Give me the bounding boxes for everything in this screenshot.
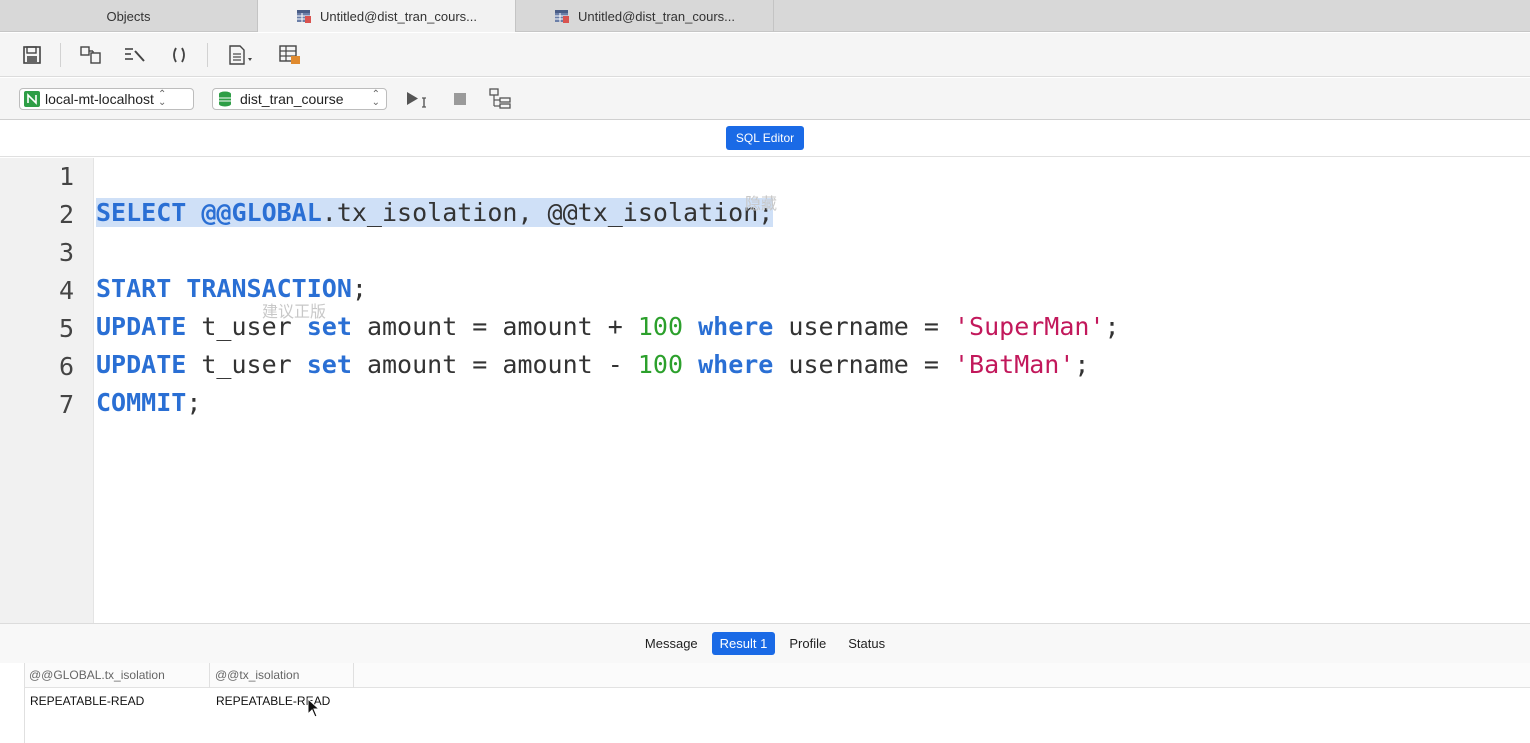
- line-number: 1: [58, 162, 74, 191]
- explain-icon: [489, 87, 511, 109]
- sql-keyword: SELECT: [96, 198, 187, 227]
- results-tab-bar: Message Result 1 Profile Status: [0, 623, 1530, 663]
- tab-message[interactable]: Message: [637, 632, 706, 655]
- query-table-icon: [297, 10, 311, 23]
- text-file-icon: [229, 44, 252, 65]
- mouse-pointer-icon: [307, 698, 321, 718]
- save-button[interactable]: [20, 43, 44, 67]
- database-label: dist_tran_course: [240, 90, 344, 107]
- tab-label: Untitled@dist_tran_cours...: [320, 8, 477, 24]
- code-snippet-button[interactable]: [167, 43, 191, 67]
- sql-keyword: UPDATE: [96, 312, 187, 341]
- code-line-5[interactable]: UPDATE t_user set amount = amount + 100 …: [96, 312, 1120, 341]
- line-number-gutter: 1 2 3 4 5 6 7: [0, 158, 94, 623]
- tab-objects[interactable]: Objects: [0, 0, 258, 32]
- column-divider[interactable]: [209, 663, 210, 688]
- sql-number: 100: [637, 350, 684, 379]
- tab-status[interactable]: Status: [840, 632, 893, 655]
- sql-keyword: UPDATE: [96, 350, 187, 379]
- tab-result-1[interactable]: Result 1: [711, 632, 776, 655]
- tab-bar: Objects Untitled@dist_tran_cours... Unti…: [0, 0, 1530, 32]
- result-grid[interactable]: @@GLOBAL.tx_isolation @@tx_isolation REP…: [24, 663, 1530, 743]
- query-builder-button[interactable]: [79, 43, 103, 67]
- select-arrows-icon: ⌃ ⌄: [157, 88, 167, 108]
- sql-keyword: COMMIT: [96, 388, 187, 417]
- tab-label: Objects: [106, 8, 151, 24]
- tab-label: Untitled@dist_tran_cours...: [578, 8, 735, 24]
- column-divider[interactable]: [353, 663, 354, 688]
- sql-text: amount = amount -: [351, 350, 638, 379]
- line-number: 6: [58, 352, 74, 381]
- database-icon: [219, 91, 231, 106]
- run-button[interactable]: [405, 89, 431, 109]
- sql-editor-toggle[interactable]: SQL Editor: [725, 126, 805, 150]
- column-header[interactable]: @@GLOBAL.tx_isolation: [29, 668, 165, 682]
- sql-string: 'BatMan': [953, 350, 1075, 379]
- stop-icon: [454, 92, 466, 105]
- sql-text: username =: [773, 312, 954, 341]
- export-result-icon: [279, 44, 300, 64]
- code-line-6[interactable]: UPDATE t_user set amount = amount - 100 …: [96, 350, 1089, 379]
- run-icon: [407, 91, 426, 108]
- sql-number: 100: [637, 312, 684, 341]
- toolbar-divider: [207, 42, 208, 67]
- editor-mode-bar: SQL Editor: [0, 120, 1530, 157]
- tab-query-1[interactable]: Untitled@dist_tran_cours...: [258, 0, 516, 32]
- code-line-4[interactable]: START TRANSACTION;: [96, 274, 367, 303]
- sql-text: ;: [351, 274, 367, 303]
- sql-text: amount = amount +: [351, 312, 638, 341]
- editor-toolbar: [0, 33, 1530, 77]
- explain-button[interactable]: [489, 87, 513, 110]
- column-header[interactable]: @@tx_isolation: [215, 668, 299, 682]
- tab-query-2[interactable]: Untitled@dist_tran_cours...: [516, 0, 774, 32]
- sql-keyword: set: [306, 350, 352, 379]
- sql-text: username =: [773, 350, 954, 379]
- sql-text: ;: [186, 388, 202, 417]
- sql-string: 'SuperMan': [953, 312, 1105, 341]
- export-result-button[interactable]: [278, 43, 302, 67]
- toolbar-divider: [60, 42, 61, 67]
- save-icon: [23, 45, 41, 64]
- line-number: 5: [58, 314, 74, 343]
- result-cell[interactable]: REPEATABLE-READ: [30, 694, 144, 708]
- sql-keyword: where: [698, 312, 774, 341]
- query-table-icon: [555, 10, 569, 23]
- connection-select[interactable]: local-mt-localhost ⌃ ⌄: [19, 87, 194, 110]
- line-number: 4: [58, 276, 74, 305]
- sql-text: ;: [1074, 350, 1090, 379]
- query-builder-icon: [80, 45, 101, 64]
- sql-text: t_user: [186, 350, 307, 379]
- connection-icon: [24, 90, 40, 107]
- sql-editor[interactable]: 1 2 3 4 5 6 7 SELECT @@GLOBAL.tx_isolati…: [0, 158, 1530, 623]
- sql-text: ;: [1104, 312, 1120, 341]
- tab-profile[interactable]: Profile: [781, 632, 834, 655]
- database-select[interactable]: dist_tran_course ⌃ ⌄: [212, 87, 387, 110]
- line-number: 2: [58, 200, 74, 229]
- code-line-7[interactable]: COMMIT;: [96, 388, 201, 417]
- text-menu-button[interactable]: [226, 43, 258, 67]
- sql-variable: @@GLOBAL: [186, 198, 322, 227]
- connection-label: local-mt-localhost: [45, 90, 154, 107]
- beautify-sql-button[interactable]: [123, 43, 147, 67]
- watermark-text: 建议正版: [262, 304, 327, 321]
- result-header-row: @@GLOBAL.tx_isolation @@tx_isolation: [25, 663, 1530, 688]
- line-number: 7: [58, 390, 74, 419]
- sql-keyword: where: [698, 350, 774, 379]
- select-arrows-icon: ⌃ ⌄: [371, 88, 380, 108]
- code-line-2[interactable]: SELECT @@GLOBAL.tx_isolation, @@tx_isola…: [96, 198, 774, 227]
- sql-text: .tx_isolation, @@tx_isolation;: [321, 198, 774, 227]
- beautify-sql-icon: [125, 47, 145, 62]
- code-snippet-icon: [173, 47, 185, 62]
- stop-button[interactable]: [451, 90, 469, 108]
- connection-bar: local-mt-localhost ⌃ ⌄ dist_tran_course ⌃…: [0, 78, 1530, 120]
- watermark-text: 隐藏: [745, 196, 778, 213]
- line-number: 3: [58, 238, 74, 267]
